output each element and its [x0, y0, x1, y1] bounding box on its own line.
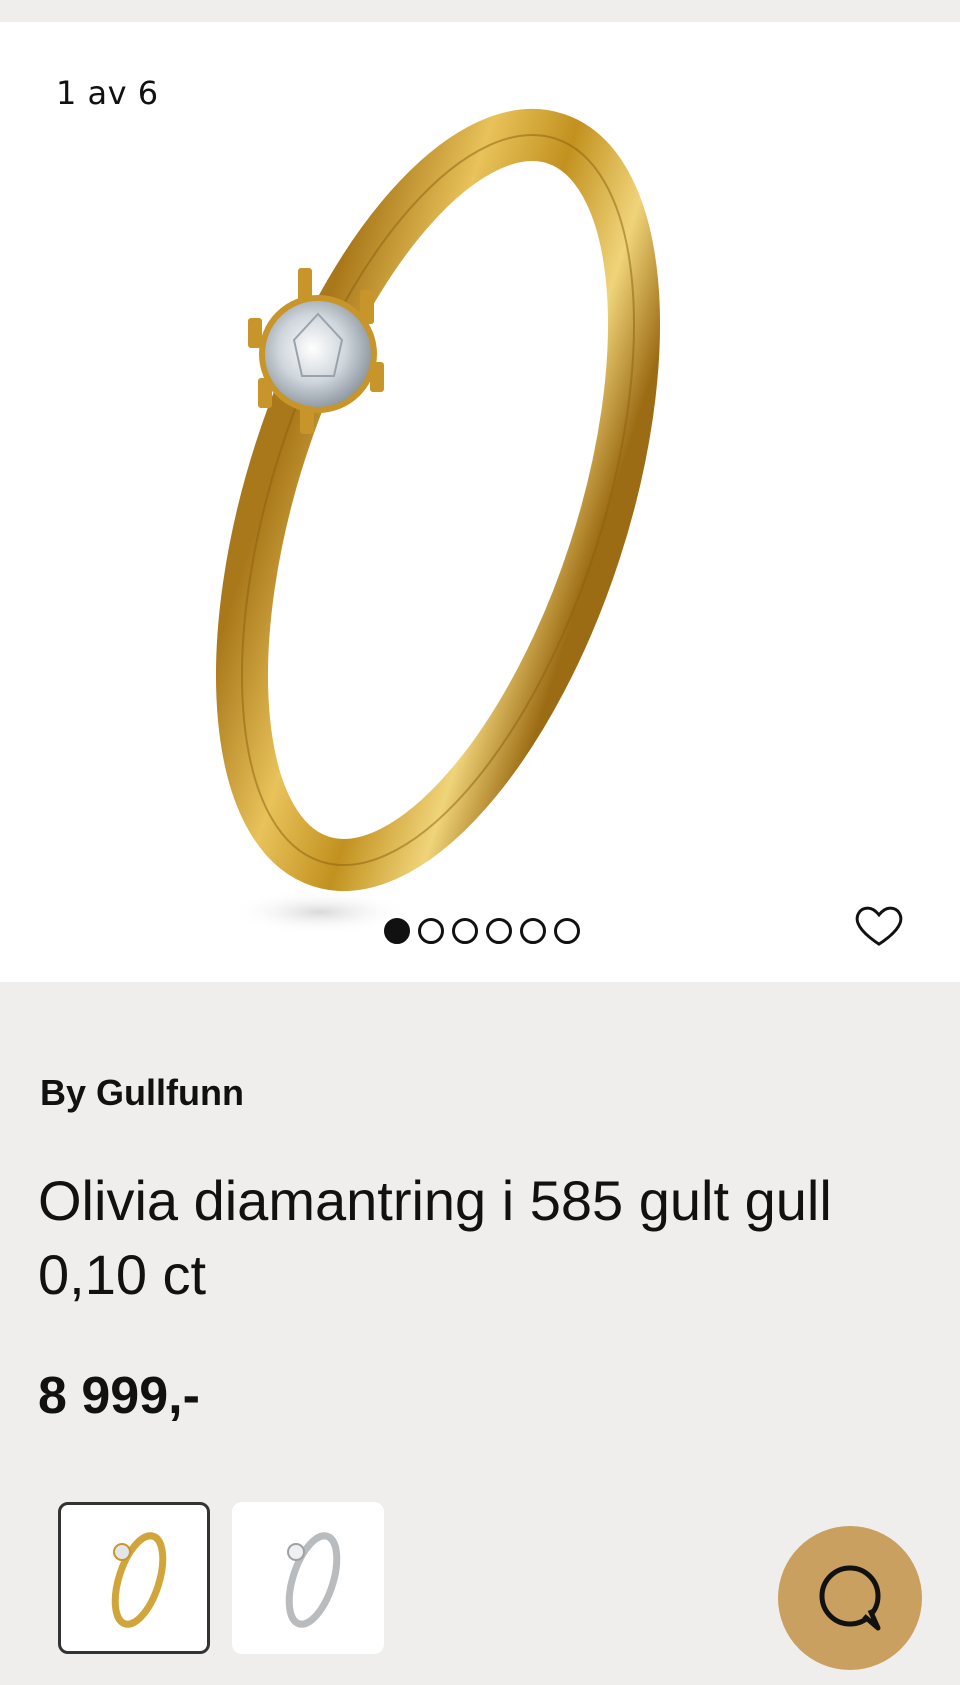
carousel-dots	[384, 916, 580, 946]
product-price: 8 999,-	[38, 1367, 200, 1425]
heart-outline-icon[interactable]	[852, 898, 906, 952]
carousel-dot[interactable]	[486, 918, 512, 944]
product-title: Olivia diamantring i 585 gult gull 0,10 …	[38, 1169, 832, 1306]
carousel-dot[interactable]	[554, 918, 580, 944]
carousel-dot[interactable]	[452, 918, 478, 944]
variant-gold-ring[interactable]	[58, 1502, 210, 1654]
brand-name[interactable]: By Gullfunn	[40, 1072, 244, 1114]
top-strip	[0, 0, 960, 22]
product-image-gallery[interactable]: 1 av 6	[0, 22, 960, 982]
carousel-dot[interactable]	[384, 918, 410, 944]
carousel-dot[interactable]	[520, 918, 546, 944]
variant-white-gold-ring[interactable]	[232, 1502, 384, 1654]
image-counter: 1 av 6	[56, 74, 159, 112]
chat-button[interactable]	[778, 1526, 922, 1670]
variant-selector	[58, 1502, 384, 1654]
chat-bubble-icon	[819, 1565, 881, 1631]
ring-thumbnail-white	[285, 1532, 341, 1628]
carousel-dot[interactable]	[418, 918, 444, 944]
ring-thumbnail-gold	[111, 1532, 167, 1628]
product-image	[216, 109, 660, 934]
